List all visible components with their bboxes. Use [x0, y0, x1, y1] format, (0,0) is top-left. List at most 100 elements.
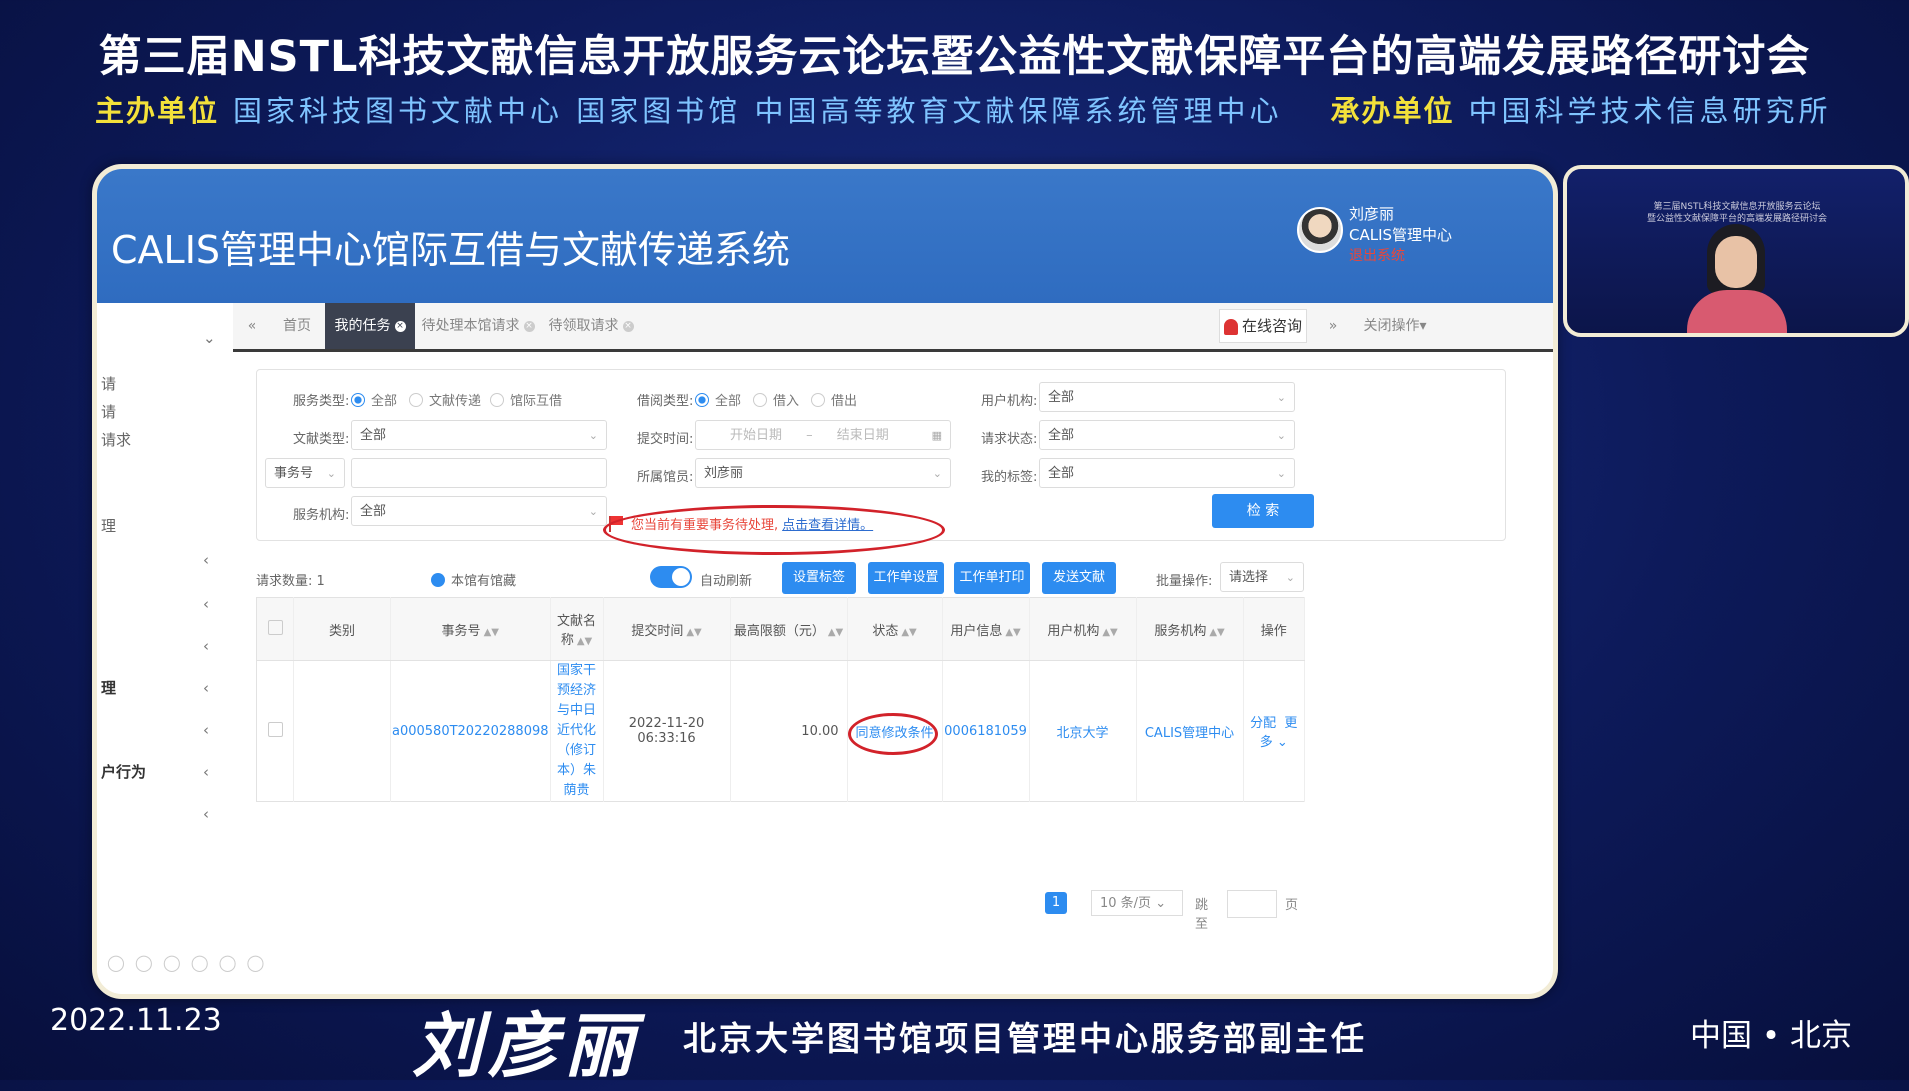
- chevron-left-icon[interactable]: ‹: [203, 721, 209, 739]
- page-number[interactable]: 1: [1045, 892, 1067, 914]
- batch-label: 批量操作:: [1156, 574, 1213, 589]
- chevron-left-icon[interactable]: ‹: [203, 595, 209, 613]
- video-caption: 第三届NSTL科技文献信息开放服务云论坛 暨公益性文献保障平台的高端发展路径研讨会: [1646, 202, 1827, 224]
- holding-dot-icon: [431, 573, 445, 587]
- user-name: 刘彦丽: [1349, 205, 1395, 223]
- tab-my-tasks[interactable]: 我的任务 ×: [325, 303, 415, 349]
- my-tags-select[interactable]: 全部 ⌄: [1039, 458, 1295, 488]
- tx-no-input[interactable]: [351, 458, 607, 488]
- cell-tx-no[interactable]: a000580T20220288098: [390, 660, 551, 802]
- close-icon[interactable]: ×: [523, 320, 535, 332]
- ticket-print-button[interactable]: 工作单打印: [954, 562, 1030, 594]
- service-type-label: 服务类型:: [293, 394, 350, 409]
- sidebar-item[interactable]: 理: [101, 515, 116, 536]
- ticket-settings-button[interactable]: 工作单设置: [868, 562, 944, 594]
- service-type-ill-radio[interactable]: 馆际互借: [490, 390, 562, 409]
- tab-pending-local[interactable]: 待处理本馆请求 ×: [419, 303, 537, 349]
- sidebar-item[interactable]: 请: [101, 401, 116, 422]
- minus-icon[interactable]: ◯: [247, 953, 275, 972]
- doc-type-label: 文献类型:: [293, 432, 350, 447]
- assign-link[interactable]: 分配: [1250, 716, 1276, 731]
- logout-link[interactable]: 退出系统: [1349, 245, 1405, 265]
- hosts: 国家科技图书文献中心 国家图书馆 中国高等教育文献保障系统管理中心: [233, 94, 1283, 128]
- close-ops-dropdown[interactable]: 关闭操作▾: [1353, 303, 1437, 349]
- local-holding-filter[interactable]: 本馆有馆藏: [431, 570, 516, 589]
- tab-pending-claim[interactable]: 待领取请求 ×: [543, 303, 639, 349]
- date-range-picker[interactable]: 开始日期 – 结束日期 ▦: [695, 420, 951, 450]
- jump-input[interactable]: [1227, 890, 1277, 918]
- control-icon[interactable]: ◯: [163, 953, 191, 972]
- borrow-type-in-radio[interactable]: 借入: [753, 390, 799, 409]
- chevron-left-icon[interactable]: ‹: [203, 679, 209, 697]
- chevron-left-icon[interactable]: ‹: [203, 763, 209, 781]
- col-submit-time[interactable]: 提交时间 ▲▼: [603, 597, 731, 661]
- table-header-row: 类别 事务号 ▲▼ 文献名称 ▲▼ 提交时间 ▲▼ 最高限额（元） ▲▼ 状态 ▲▼ 用户…: [256, 597, 1306, 661]
- highlight-annotation: [603, 505, 945, 555]
- table-row: a000580T20220288098 国家干预经济与中日近代化（修订本）朱荫贵…: [256, 660, 1306, 802]
- control-icon[interactable]: ◯: [107, 953, 135, 972]
- page-label: 页: [1285, 898, 1299, 913]
- search-button[interactable]: 检 索: [1212, 494, 1314, 528]
- cell-user-info[interactable]: 0006181059: [942, 660, 1030, 802]
- control-icon[interactable]: ◯: [135, 953, 163, 972]
- col-service-org[interactable]: 服务机构 ▲▼: [1136, 597, 1244, 661]
- highlight-annotation: [847, 713, 938, 755]
- cell-user-org[interactable]: 北京大学: [1029, 660, 1137, 802]
- col-status[interactable]: 状态 ▲▼: [847, 597, 943, 661]
- chevron-left-icon[interactable]: ‹: [203, 805, 209, 823]
- service-type-delivery-radio[interactable]: 文献传递: [409, 390, 481, 409]
- tab-home[interactable]: 首页: [271, 303, 323, 349]
- cell-submit-time: 2022-11-20 06:33:16: [603, 660, 731, 802]
- cell-service-org[interactable]: CALIS管理中心: [1136, 660, 1244, 802]
- service-type-all-radio[interactable]: 全部: [351, 390, 397, 409]
- event-date: 2022.11.23: [50, 1003, 222, 1038]
- librarian-label: 所属馆员:: [637, 470, 694, 485]
- set-tag-button[interactable]: 设置标签: [782, 562, 856, 594]
- auto-refresh-label: 自动刷新: [700, 574, 753, 589]
- tab-scroll-right-icon[interactable]: »: [1315, 303, 1351, 349]
- service-org-select[interactable]: 全部 ⌄: [351, 496, 607, 526]
- online-consult-button[interactable]: 在线咨询: [1219, 309, 1307, 343]
- chevron-down-icon[interactable]: ⌄: [203, 329, 216, 347]
- send-doc-button[interactable]: 发送文献: [1042, 562, 1116, 594]
- sidebar-item[interactable]: 请: [101, 373, 116, 394]
- chevron-left-icon[interactable]: ‹: [203, 637, 209, 655]
- request-status-select[interactable]: 全部 ⌄: [1039, 420, 1295, 450]
- batch-select[interactable]: 请选择 ⌄: [1220, 562, 1304, 592]
- col-user-info[interactable]: 用户信息 ▲▼: [942, 597, 1030, 661]
- cell-status[interactable]: 同意修改条件: [847, 660, 943, 802]
- my-tags-label: 我的标签:: [981, 470, 1038, 485]
- close-icon[interactable]: ×: [394, 320, 406, 332]
- submit-time-label: 提交时间:: [637, 432, 694, 447]
- user-org-select[interactable]: 全部 ⌄: [1039, 382, 1295, 412]
- sidebar-item[interactable]: 理: [101, 677, 116, 698]
- sidebar-item[interactable]: 户行为: [101, 761, 146, 782]
- cell-max-amount: 10.00: [730, 660, 848, 802]
- select-all-checkbox[interactable]: [256, 597, 294, 661]
- tab-label: 我的任务: [334, 318, 391, 334]
- banner-title: 第三届NSTL科技文献信息开放服务云论坛暨公益性文献保障平台的高端发展路径研讨会: [98, 32, 1811, 82]
- cell-doc-title[interactable]: 国家干预经济与中日近代化（修订本）朱荫贵: [550, 660, 604, 802]
- avatar[interactable]: [1297, 207, 1343, 253]
- tx-no-type-select[interactable]: 事务号 ⌄: [265, 458, 345, 488]
- sidebar-item[interactable]: 请求: [101, 429, 131, 450]
- zoom-icon[interactable]: ◯: [219, 953, 247, 972]
- screen-share: CALIS管理中心馆际互借与文献传递系统 刘彦丽 CALIS管理中心 退出系统 …: [92, 164, 1558, 999]
- auto-refresh-toggle[interactable]: [650, 566, 692, 588]
- row-checkbox[interactable]: [256, 660, 294, 802]
- close-icon[interactable]: ×: [622, 320, 634, 332]
- page-size-select[interactable]: 10 条/页 ⌄: [1091, 890, 1183, 916]
- request-table: 类别 事务号 ▲▼ 文献名称 ▲▼ 提交时间 ▲▼ 最高限额（元） ▲▼ 状态 ▲▼ 用户…: [256, 597, 1306, 802]
- librarian-select[interactable]: 刘彦丽 ⌄: [695, 458, 951, 488]
- col-doc-title[interactable]: 文献名称 ▲▼: [550, 597, 604, 661]
- col-max-amount[interactable]: 最高限额（元） ▲▼: [730, 597, 848, 661]
- borrow-type-out-radio[interactable]: 借出: [811, 390, 857, 409]
- control-icon[interactable]: ◯: [191, 953, 219, 972]
- tab-scroll-left-icon[interactable]: «: [233, 303, 271, 349]
- doc-type-select[interactable]: 全部 ⌄: [351, 420, 607, 450]
- col-user-org[interactable]: 用户机构 ▲▼: [1029, 597, 1137, 661]
- borrow-type-all-radio[interactable]: 全部: [695, 390, 741, 409]
- col-category: 类别: [293, 597, 391, 661]
- chevron-left-icon[interactable]: ‹: [203, 551, 209, 569]
- col-tx-no[interactable]: 事务号 ▲▼: [390, 597, 551, 661]
